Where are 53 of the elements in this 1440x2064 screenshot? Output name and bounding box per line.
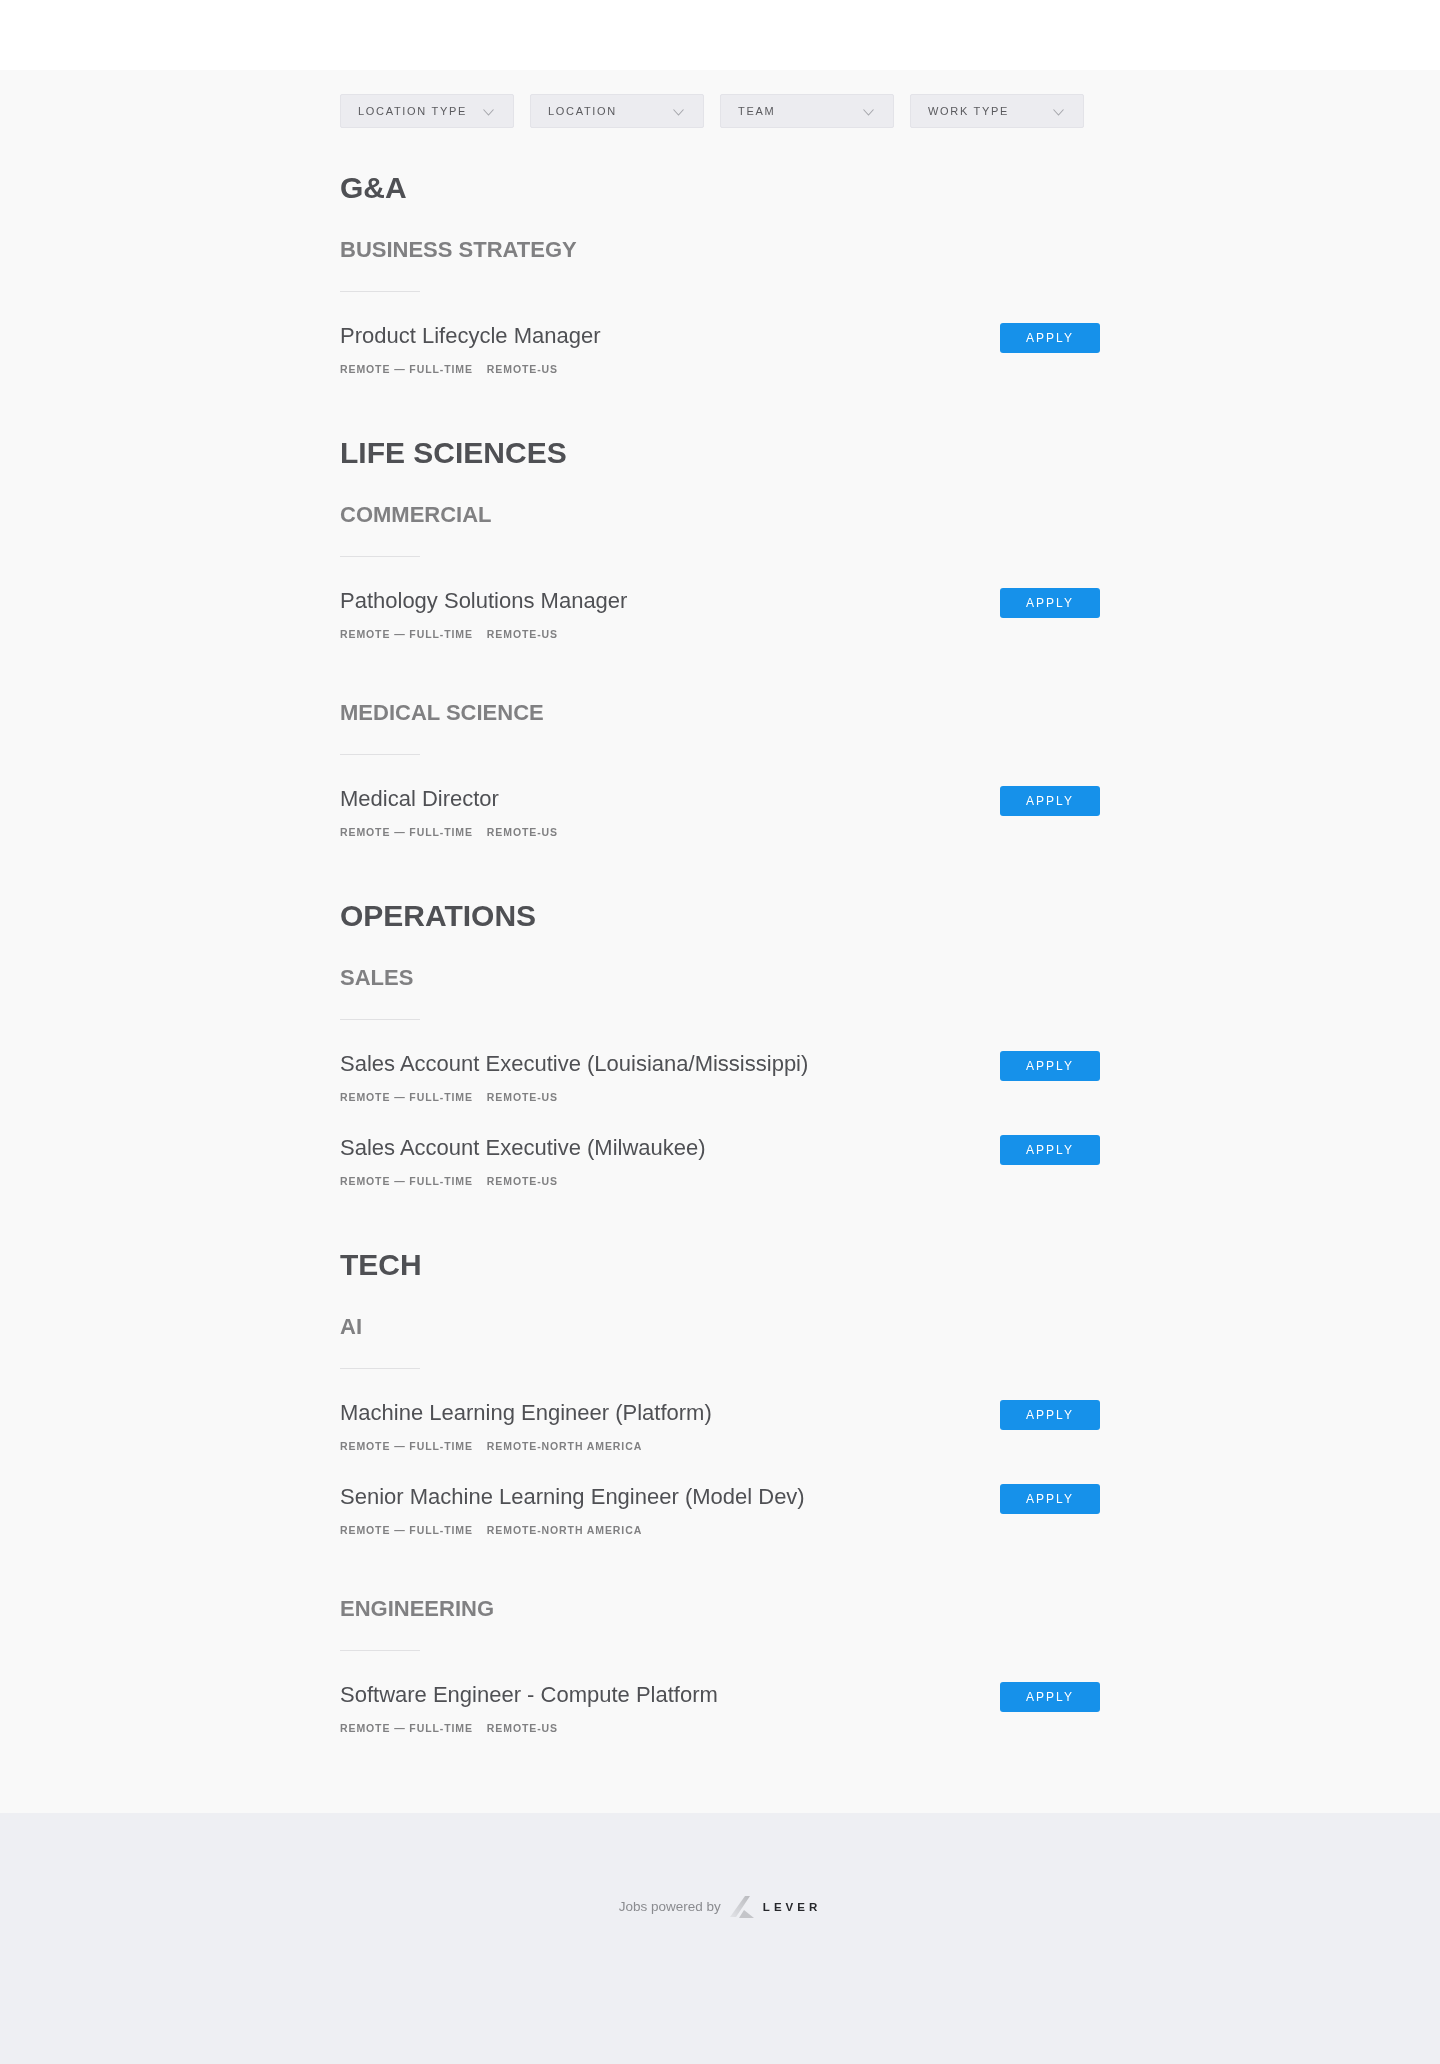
logo-text: LEVER: [762, 1900, 822, 1915]
chevron-down-icon: [1053, 109, 1064, 116]
apply-button[interactable]: APPLY: [1000, 1682, 1100, 1712]
job-meta-label: REMOTE — FULL-TIME: [340, 1721, 473, 1736]
filter-dropdown[interactable]: TEAM: [720, 94, 894, 128]
team-heading: AI: [340, 1313, 362, 1341]
chevron-down-icon: [863, 109, 874, 116]
job-meta-label: REMOTE — FULL-TIME: [340, 1090, 473, 1105]
job-meta-label: REMOTE — FULL-TIME: [340, 825, 473, 840]
job-meta-label: REMOTE-US: [486, 1721, 558, 1736]
team-heading: COMMERCIAL: [340, 501, 492, 529]
category-heading: TECH: [340, 1247, 422, 1283]
job-meta-label: REMOTE-NORTH AMERICA: [486, 1523, 643, 1538]
apply-button[interactable]: APPLY: [1000, 786, 1100, 816]
job-meta-label: REMOTE-US: [486, 1090, 558, 1105]
chevron-down-icon: [673, 109, 684, 116]
category-heading: G&A: [340, 170, 407, 206]
team-heading: SALES: [340, 964, 414, 992]
apply-button[interactable]: APPLY: [1000, 1135, 1100, 1165]
team-heading: BUSINESS STRATEGY: [340, 236, 577, 264]
footer-text: Jobs powered by: [618, 1898, 721, 1916]
team-heading: MEDICAL SCIENCE: [340, 699, 544, 727]
job-meta-label: REMOTE — FULL-TIME: [340, 362, 473, 377]
job-meta-label: REMOTE — FULL-TIME: [340, 1439, 473, 1454]
job-meta-label: REMOTE-US: [486, 362, 558, 377]
job-title-link[interactable]: Product Lifecycle Manager: [340, 320, 601, 352]
apply-button[interactable]: APPLY: [1000, 323, 1100, 353]
job-meta-label: REMOTE — FULL-TIME: [340, 1523, 473, 1538]
job-title-link[interactable]: Sales Account Executive (Louisiana/Mississippi): [340, 1048, 809, 1080]
job-title-link[interactable]: Sales Account Executive (Milwaukee): [340, 1132, 706, 1164]
category-heading: LIFE SCIENCES: [340, 435, 567, 471]
filter-dropdown[interactable]: WORK TYPE: [910, 94, 1084, 128]
job-title-link[interactable]: Software Engineer - Compute Platform: [340, 1679, 718, 1711]
apply-button[interactable]: APPLY: [1000, 1400, 1100, 1430]
category-heading: OPERATIONS: [340, 898, 537, 934]
job-title-link[interactable]: Medical Director: [340, 783, 499, 815]
job-title-link[interactable]: Senior Machine Learning Engineer (Model Dev): [340, 1481, 805, 1513]
job-meta-label: REMOTE-US: [486, 825, 558, 840]
job-meta-label: REMOTE-US: [486, 627, 558, 642]
logo-icon: [729, 1895, 754, 1919]
filter-dropdown[interactable]: LOCATION: [530, 94, 704, 128]
job-meta-label: REMOTE — FULL-TIME: [340, 1174, 473, 1189]
apply-button[interactable]: APPLY: [1000, 1051, 1100, 1081]
job-title-link[interactable]: Pathology Solutions Manager: [340, 585, 628, 617]
apply-button[interactable]: APPLY: [1000, 1484, 1100, 1514]
job-meta-label: REMOTE — FULL-TIME: [340, 627, 473, 642]
job-meta-label: REMOTE-NORTH AMERICA: [486, 1439, 643, 1454]
job-title-link[interactable]: Machine Learning Engineer (Platform): [340, 1397, 712, 1429]
apply-button[interactable]: APPLY: [1000, 588, 1100, 618]
filter-dropdown[interactable]: LOCATION TYPE: [340, 94, 514, 128]
chevron-down-icon: [483, 109, 494, 116]
team-heading: ENGINEERING: [340, 1595, 495, 1623]
job-meta-label: REMOTE-US: [486, 1174, 558, 1189]
